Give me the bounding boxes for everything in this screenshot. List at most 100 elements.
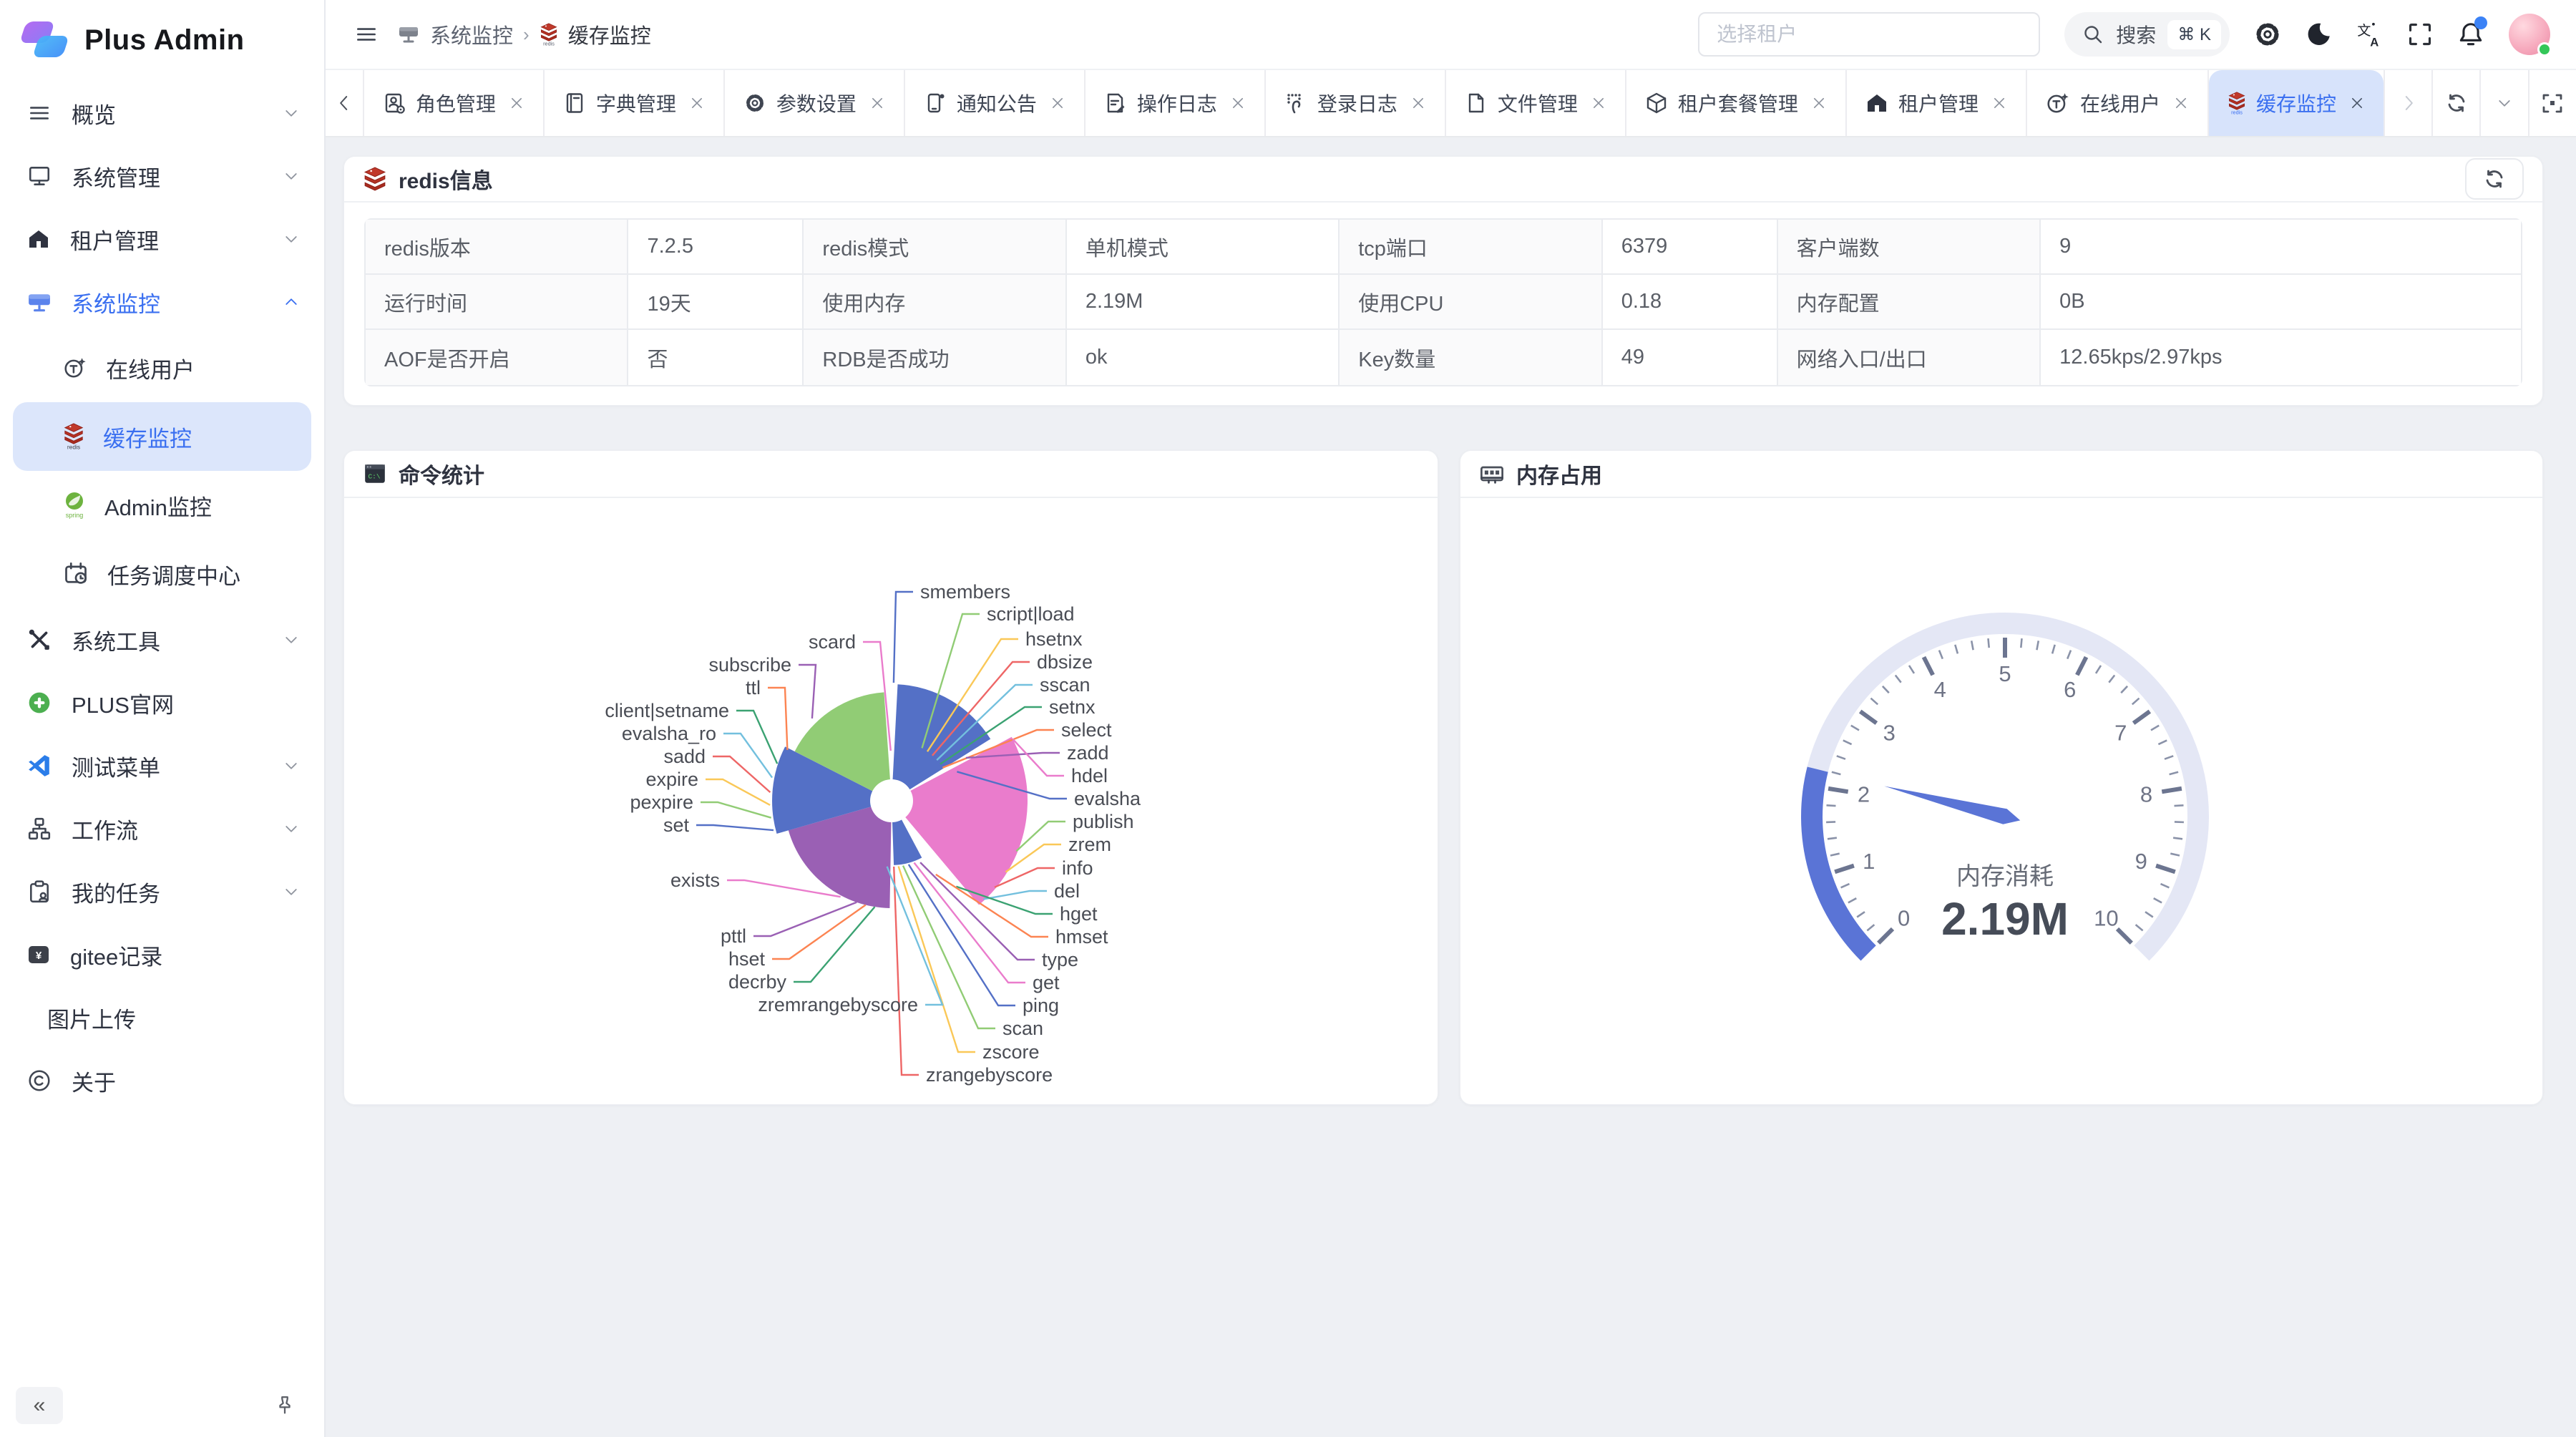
sidebar-footer: «: [0, 1384, 324, 1437]
sidebar-item-tenant-manage[interactable]: 租户管理: [0, 208, 324, 271]
notice-icon: [924, 92, 947, 115]
svg-text:zscore: zscore: [982, 1041, 1040, 1063]
sidebar-item-admin-monitor[interactable]: spring Admin监控: [13, 471, 311, 540]
tab-more-button[interactable]: [2479, 70, 2527, 136]
copyright-icon: [27, 1068, 52, 1093]
tab-role[interactable]: 角色管理: [364, 70, 545, 136]
redis-info-card: redis信息 redis版本 7.2.5redis模式 单机模式tcp端口 6…: [343, 156, 2543, 406]
language-button[interactable]: 文A: [2356, 21, 2383, 48]
tab-close-icon[interactable]: [1050, 95, 1065, 111]
tab-notice[interactable]: 通知公告: [905, 70, 1085, 136]
sidebar-item-my-tasks[interactable]: 我的任务: [0, 860, 324, 923]
tab-online-users[interactable]: 在线用户: [2027, 70, 2209, 136]
info-value: 19天: [628, 275, 804, 330]
svg-text:sscan: sscan: [1040, 674, 1091, 696]
sidebar-item-workflow[interactable]: 工作流: [0, 797, 324, 860]
tab-close-icon[interactable]: [509, 95, 525, 111]
sidebar-item-plus-site[interactable]: PLUS官网: [0, 671, 324, 734]
user-avatar[interactable]: [2509, 14, 2550, 55]
tab-dict[interactable]: 字典管理: [545, 70, 725, 136]
menu-lines-icon: [27, 101, 52, 125]
logo[interactable]: Plus Admin: [0, 0, 324, 74]
tab-maximize-button[interactable]: [2528, 70, 2576, 136]
sidebar-item-system-tools[interactable]: 系统工具: [0, 608, 324, 671]
svg-text:dbsize: dbsize: [1037, 651, 1093, 673]
monitor-icon: [27, 164, 52, 188]
svg-text:decrby: decrby: [728, 971, 787, 993]
redis-refresh-button[interactable]: [2465, 158, 2524, 200]
tenant-select-input[interactable]: [1698, 12, 2040, 57]
sidebar-item-system-monitor[interactable]: 系统监控: [0, 271, 324, 333]
notifications-bell-button[interactable]: [2457, 21, 2484, 48]
command-stats-rose-chart[interactable]: smembersscript|loadhsetnxdbsizesscansetn…: [344, 498, 1438, 1104]
svg-text:¥: ¥: [36, 950, 42, 962]
svg-text:client|setname: client|setname: [605, 700, 729, 721]
sidebar-collapse-button[interactable]: «: [16, 1387, 63, 1424]
pin-icon[interactable]: [274, 1395, 296, 1416]
svg-text:内存消耗: 内存消耗: [1956, 863, 2054, 890]
breadcrumb[interactable]: 系统监控› redis 缓存监控: [397, 19, 651, 49]
sidebar-item-task-schedule[interactable]: 任务调度中心: [13, 540, 311, 608]
sidebar-item-system-manage[interactable]: 系统管理: [0, 145, 324, 208]
tab-close-icon[interactable]: [1991, 95, 2007, 111]
tab-close-icon[interactable]: [1230, 95, 1246, 111]
info-value: 12.65kps/2.97kps: [2041, 330, 2521, 385]
tab-close-icon[interactable]: [2173, 95, 2189, 111]
tab-tenant[interactable]: 租户管理: [1847, 70, 2027, 136]
global-search[interactable]: 搜索 ⌘ K: [2064, 12, 2230, 57]
settings-gear-button[interactable]: [2254, 21, 2281, 48]
svg-text:zrem: zrem: [1068, 834, 1111, 855]
info-label: 使用内存: [804, 275, 1066, 330]
sidebar-item-cache-monitor[interactable]: redis 缓存监控: [13, 402, 311, 471]
tab-close-icon[interactable]: [1811, 95, 1827, 111]
svg-text:type: type: [1042, 949, 1078, 970]
dark-mode-button[interactable]: [2306, 21, 2331, 47]
tab-oplog[interactable]: 操作日志: [1085, 70, 1266, 136]
tabs-scroll-left-button[interactable]: [326, 70, 364, 136]
tab-close-icon[interactable]: [2349, 95, 2365, 111]
tab-close-icon[interactable]: [1410, 95, 1426, 111]
app-title: Plus Admin: [84, 24, 245, 57]
screen-blue-icon: [27, 290, 52, 314]
svg-text:setnx: setnx: [1049, 696, 1096, 718]
sidebar-item-overview[interactable]: 概览: [0, 82, 324, 145]
tab-param[interactable]: 参数设置: [725, 70, 905, 136]
tab-close-icon[interactable]: [869, 95, 885, 111]
info-label: 使用CPU: [1340, 275, 1602, 330]
info-value: 0B: [2041, 275, 2521, 330]
tab-file[interactable]: 文件管理: [1446, 70, 1626, 136]
svg-text:0: 0: [1898, 905, 1910, 930]
svg-text:8: 8: [2140, 782, 2152, 807]
svg-text:exists: exists: [670, 869, 720, 891]
tab-close-icon[interactable]: [689, 95, 705, 111]
oplog-icon: [1104, 92, 1127, 115]
main-content: redis信息 redis版本 7.2.5redis模式 单机模式tcp端口 6…: [326, 137, 2576, 1437]
sidebar-toggle-button[interactable]: [354, 22, 379, 47]
sidebar-item-test-menu[interactable]: 测试菜单: [0, 734, 324, 797]
svg-text:4: 4: [1934, 677, 1946, 702]
tab-loginlog[interactable]: 登录日志: [1266, 70, 1446, 136]
sidebar-item-online-users[interactable]: 在线用户: [13, 333, 311, 402]
tab-refresh-button[interactable]: [2431, 70, 2479, 136]
svg-text:expire: expire: [645, 769, 698, 790]
chevron-down-icon: [283, 230, 300, 248]
svg-text:hget: hget: [1060, 903, 1098, 925]
svg-text:smembers: smembers: [920, 581, 1010, 603]
fullscreen-button[interactable]: [2407, 21, 2433, 47]
tab-cache-monitor[interactable]: redis 缓存监控: [2209, 70, 2384, 136]
chevron-down-icon: [283, 104, 300, 122]
tab-close-icon[interactable]: [1591, 95, 1606, 111]
memory-usage-gauge-chart[interactable]: 012345678910内存消耗2.19M: [1460, 498, 2542, 1104]
info-label: 内存配置: [1778, 275, 2041, 330]
sidebar-item-about[interactable]: 关于: [0, 1049, 324, 1112]
chevron-down-icon: [283, 167, 300, 185]
home-icon: [27, 228, 50, 250]
sidebar-item-image-upload[interactable]: 图片上传: [0, 986, 324, 1049]
table-row: 运行时间 19天使用内存 2.19M使用CPU 0.18内存配置 0B: [366, 275, 2521, 330]
tabs-scroll-right-button[interactable]: [2384, 70, 2431, 136]
chevron-down-icon: [283, 631, 300, 648]
tab-tenant-plan[interactable]: 租户套餐管理: [1626, 70, 1847, 136]
sidebar-item-gitee-log[interactable]: ¥ gitee记录: [0, 923, 324, 986]
svg-text:1: 1: [1863, 849, 1875, 874]
svg-text:hset: hset: [728, 948, 766, 970]
